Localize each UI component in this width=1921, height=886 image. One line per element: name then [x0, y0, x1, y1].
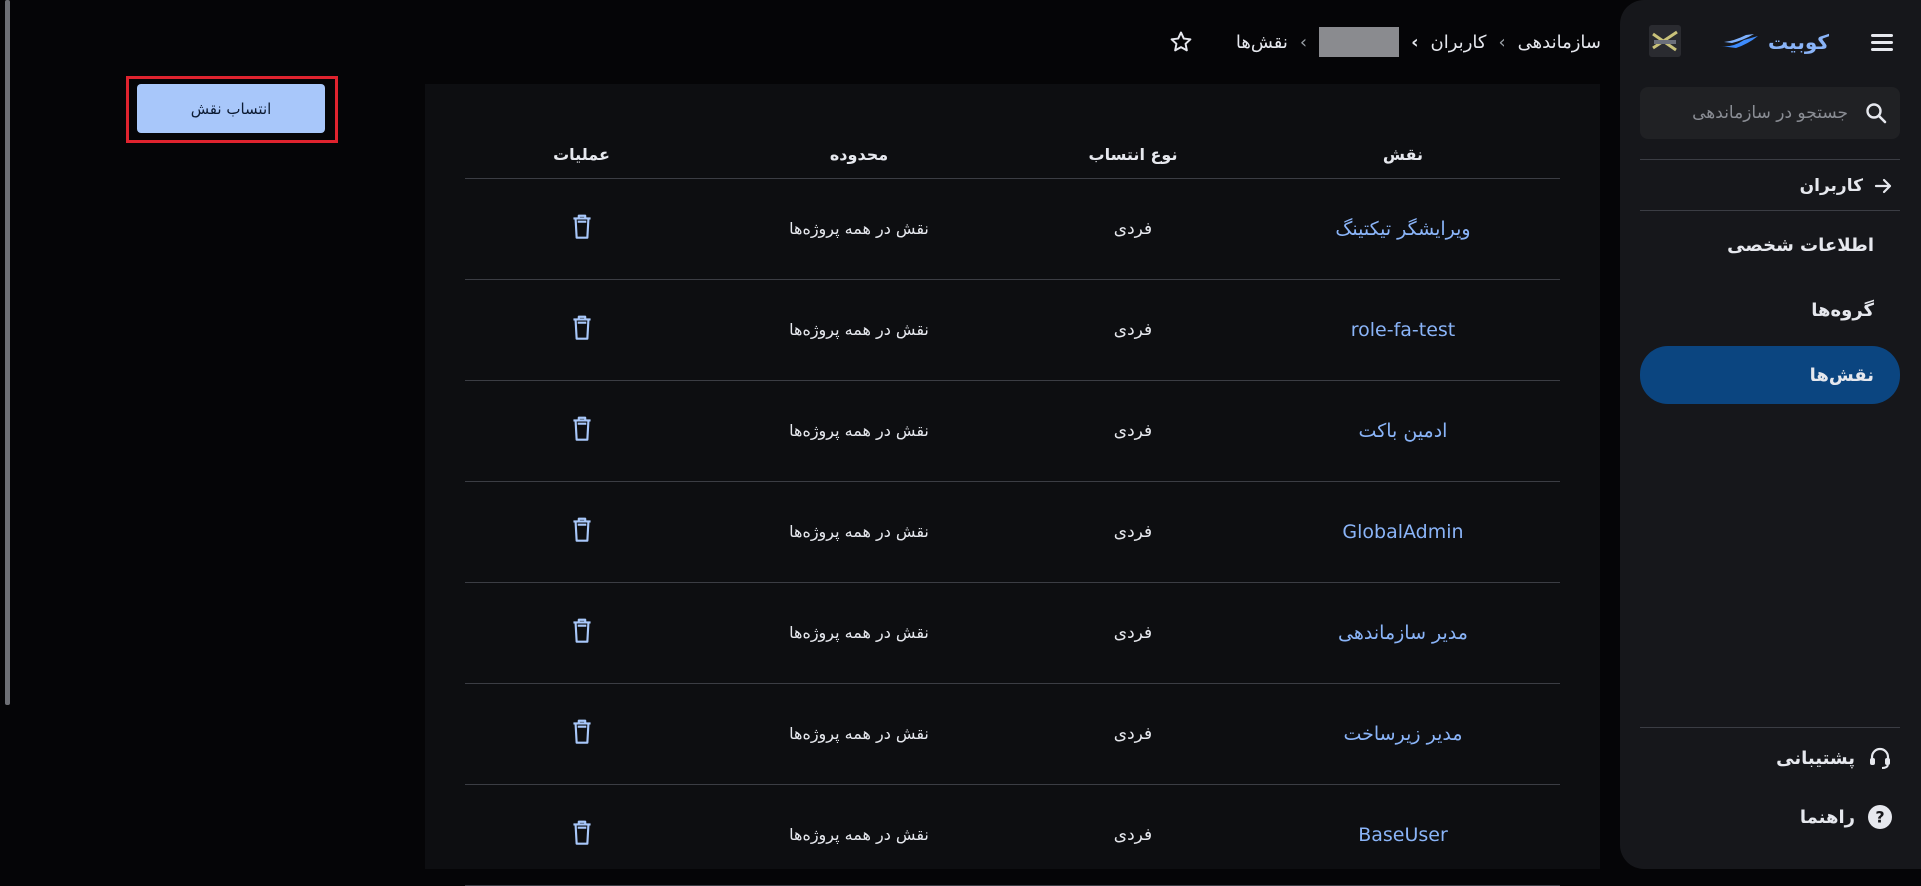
scope-cell: نقش در همه پروژه‌ها — [698, 582, 1020, 684]
sidebar-item-groups[interactable]: گروه‌ها — [1640, 281, 1900, 339]
table-row: مدیر سازماندهی فردی نقش در همه پروژه‌ها — [465, 582, 1560, 684]
breadcrumb-roles: نقش‌ها — [1235, 31, 1288, 53]
table-row: GlobalAdmin فردی نقش در همه پروژه‌ها — [465, 481, 1560, 583]
scope-cell: نقش در همه پروژه‌ها — [698, 481, 1020, 583]
role-name-link[interactable]: مدیر سازماندهی — [1246, 582, 1560, 684]
operations-cell — [465, 178, 698, 280]
help-circle-icon: ? — [1868, 805, 1892, 829]
assignment-type-cell: فردی — [1020, 178, 1246, 280]
hamburger-menu-icon[interactable] — [1865, 26, 1897, 58]
assignment-type-cell: فردی — [1020, 784, 1246, 886]
brand-name: کوبیت — [1767, 30, 1829, 54]
table-row: ادمین باکت فردی نقش در همه پروژه‌ها — [465, 380, 1560, 482]
breadcrumb-organization[interactable]: سازماندهی — [1518, 32, 1601, 53]
operations-cell — [465, 279, 698, 381]
sidebar-item-personal-info[interactable]: اطلاعات شخصی — [1640, 216, 1900, 274]
brand-logo-icon — [1719, 34, 1758, 48]
chevron-left-icon: ‹ — [1299, 31, 1308, 53]
roles-table: نقش نوع انتساب محدوده عملیات ویرایشگر تی… — [465, 132, 1560, 886]
column-header-operations: عملیات — [465, 132, 698, 179]
assignment-type-cell: فردی — [1020, 683, 1246, 785]
column-header-scope: محدوده — [698, 132, 1020, 179]
chevron-left-icon: ‹ — [1498, 31, 1506, 53]
sidebar-header: کوبیت — [1620, 18, 1921, 68]
table-row: BaseUser فردی نقش در همه پروژه‌ها — [465, 784, 1560, 886]
table-header-row: نقش نوع انتساب محدوده عملیات — [465, 132, 1560, 179]
trash-icon[interactable] — [569, 313, 595, 343]
organization-avatar[interactable] — [1646, 22, 1684, 60]
role-name-link[interactable]: GlobalAdmin — [1246, 481, 1560, 583]
chevron-left-icon: ‹ — [1411, 31, 1419, 53]
search-icon[interactable] — [1864, 101, 1888, 125]
back-link-label: کاربران — [1799, 176, 1863, 196]
scope-cell: نقش در همه پروژه‌ها — [698, 784, 1020, 886]
assignment-type-cell: فردی — [1020, 582, 1246, 684]
role-name-link[interactable]: BaseUser — [1246, 784, 1560, 886]
assignment-type-cell: فردی — [1020, 481, 1246, 583]
breadcrumb-user-redacted[interactable] — [1319, 27, 1400, 57]
trash-icon[interactable] — [569, 616, 595, 646]
assign-role-button[interactable]: انتساب نقش — [137, 84, 325, 133]
column-header-role: نقش — [1246, 132, 1560, 179]
table-row: مدیر زیرساخت فردی نقش در همه پروژه‌ها — [465, 683, 1560, 785]
sidebar-item-roles[interactable]: نقش‌ها — [1640, 346, 1900, 404]
sidebar-search — [1640, 87, 1900, 139]
arrow-right-icon — [1874, 178, 1892, 194]
operations-cell — [465, 582, 698, 684]
breadcrumb-users[interactable]: کاربران — [1431, 32, 1487, 53]
scope-cell: نقش در همه پروژه‌ها — [698, 178, 1020, 280]
scope-cell: نقش در همه پروژه‌ها — [698, 380, 1020, 482]
divider — [1640, 159, 1900, 160]
operations-cell — [465, 683, 698, 785]
sidebar: کوبیت کاربران اطلاعات شخصی گروه‌ها نقش‌ه… — [1620, 0, 1921, 869]
help-label: راهنما — [1799, 806, 1855, 828]
svg-text:?: ? — [1875, 808, 1884, 827]
operations-cell — [465, 784, 698, 886]
scope-cell: نقش در همه پروژه‌ها — [698, 683, 1020, 785]
role-name-link[interactable]: ادمین باکت — [1246, 380, 1560, 482]
trash-icon[interactable] — [569, 717, 595, 747]
roles-panel: نقش نوع انتساب محدوده عملیات ویرایشگر تی… — [425, 84, 1600, 886]
scope-cell: نقش در همه پروژه‌ها — [698, 279, 1020, 381]
search-input[interactable] — [1640, 87, 1858, 139]
role-name-link[interactable]: ویرایشگر تیکتینگ — [1246, 178, 1560, 280]
back-to-users-link[interactable]: کاربران — [1800, 171, 1893, 201]
divider — [1640, 727, 1900, 728]
divider — [1640, 210, 1900, 211]
assignment-type-cell: فردی — [1020, 279, 1246, 381]
column-header-assignment-type: نوع انتساب — [1020, 132, 1246, 179]
table-row: ویرایشگر تیکتینگ فردی نقش در همه پروژه‌ه… — [465, 178, 1560, 280]
trash-icon[interactable] — [569, 212, 595, 242]
headset-icon — [1870, 747, 1890, 769]
page-scrollbar[interactable] — [5, 0, 10, 705]
role-name-link[interactable]: مدیر زیرساخت — [1246, 683, 1560, 785]
operations-cell — [465, 380, 698, 482]
trash-icon[interactable] — [569, 515, 595, 545]
breadcrumb: سازماندهی ‹ کاربران ‹ ‹ نقش‌ها — [1168, 22, 1601, 62]
table-row: role-fa-test فردی نقش در همه پروژه‌ها — [465, 279, 1560, 381]
trash-icon[interactable] — [569, 414, 595, 444]
sidebar-help-link[interactable]: ? راهنما — [1800, 799, 1893, 835]
star-icon[interactable] — [1168, 29, 1194, 55]
assignment-type-cell: فردی — [1020, 380, 1246, 482]
trash-icon[interactable] — [569, 818, 595, 848]
role-name-link[interactable]: role-fa-test — [1246, 279, 1560, 381]
brand[interactable]: کوبیت — [1718, 24, 1829, 60]
support-label: پشتیبانی — [1776, 747, 1855, 769]
operations-cell — [465, 481, 698, 583]
sidebar-support-link[interactable]: پشتیبانی — [1776, 740, 1893, 776]
